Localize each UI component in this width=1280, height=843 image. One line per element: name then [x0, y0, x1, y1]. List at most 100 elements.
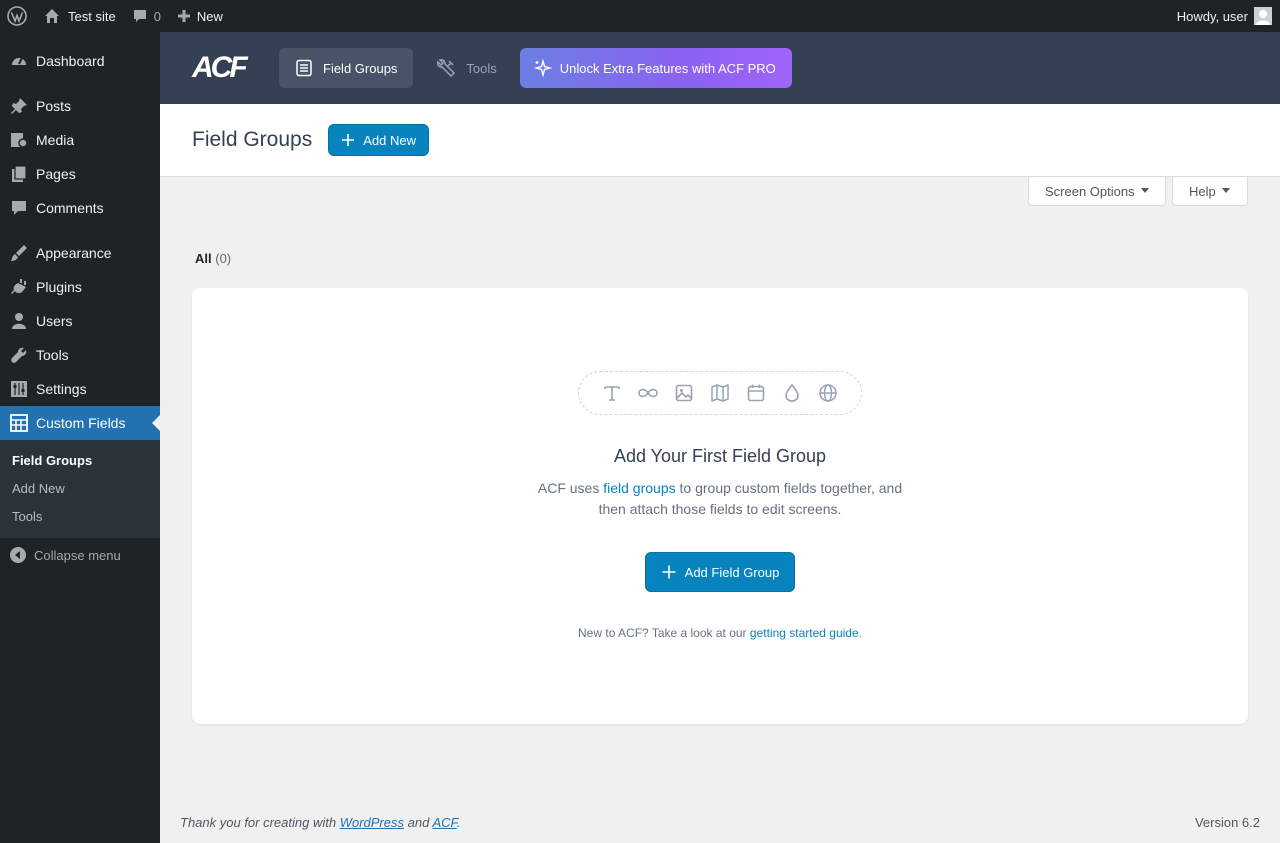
- collapse-arrow-icon: [10, 547, 26, 563]
- tab-label: Field Groups: [323, 60, 398, 76]
- sidebar-item-label: Settings: [36, 381, 87, 397]
- site-name-link[interactable]: Test site: [34, 0, 124, 32]
- views-filter-all[interactable]: All (0): [195, 251, 231, 266]
- collapse-label: Collapse menu: [34, 547, 121, 563]
- desc-text: ACF uses: [537, 480, 604, 496]
- comments-link[interactable]: 0: [124, 0, 169, 32]
- image-icon: [673, 382, 695, 404]
- pushpin-icon: [10, 97, 28, 115]
- guide-text: New to ACF? Take a look at our: [578, 626, 750, 640]
- wrench-icon: [10, 346, 28, 364]
- tools-icon: [436, 58, 456, 78]
- field-types-icon-row: [578, 371, 862, 415]
- home-icon: [44, 8, 60, 24]
- submenu-add-new[interactable]: Add New: [0, 475, 160, 503]
- new-label: New: [196, 8, 223, 24]
- wordpress-logo-icon[interactable]: [0, 0, 34, 32]
- sidebar-item-posts[interactable]: Posts: [0, 89, 160, 123]
- sidebar-item-comments[interactable]: Comments: [0, 191, 160, 225]
- empty-state-card: Add Your First Field Group ACF uses fiel…: [192, 288, 1248, 724]
- sidebar-item-plugins[interactable]: Plugins: [0, 270, 160, 304]
- sliders-icon: [10, 380, 28, 398]
- submenu-field-groups[interactable]: Field Groups: [0, 447, 160, 475]
- unlock-pro-button[interactable]: Unlock Extra Features with ACF PRO: [519, 48, 792, 88]
- document-list-icon: [295, 59, 313, 77]
- screen-options-label: Screen Options: [1045, 183, 1135, 199]
- tab-tools[interactable]: Tools: [420, 48, 512, 88]
- add-field-group-button[interactable]: Add Field Group: [645, 552, 795, 592]
- dashboard-icon: [10, 52, 28, 70]
- help-label: Help: [1189, 183, 1216, 199]
- field-groups-link[interactable]: field groups: [603, 480, 675, 496]
- guide-text: .: [858, 626, 862, 640]
- footer-text: .: [456, 815, 461, 830]
- sidebar-item-media[interactable]: Media: [0, 123, 160, 157]
- sidebar-item-settings[interactable]: Settings: [0, 372, 160, 406]
- infinity-icon: [637, 382, 659, 404]
- sidebar-item-label: Dashboard: [36, 53, 105, 69]
- sidebar-item-label: Appearance: [36, 245, 112, 261]
- footer-text: Thank you for creating with: [180, 815, 340, 830]
- submenu-tools[interactable]: Tools: [0, 503, 160, 531]
- site-name-label: Test site: [68, 8, 116, 24]
- add-field-group-label: Add Field Group: [684, 564, 780, 580]
- admin-sidebar: Dashboard Posts Media Pages Comments App…: [0, 32, 160, 843]
- collapse-menu-button[interactable]: Collapse menu: [0, 538, 160, 572]
- sidebar-item-label: Custom Fields: [36, 415, 126, 431]
- howdy-label: Howdy, user: [1176, 8, 1248, 24]
- plug-icon: [10, 278, 28, 296]
- pages-icon: [10, 165, 28, 183]
- wordpress-link[interactable]: WordPress: [340, 815, 404, 830]
- droplet-icon: [781, 382, 803, 404]
- views-all-count: (0): [215, 251, 232, 266]
- plus-icon: [661, 564, 677, 580]
- help-button[interactable]: Help: [1172, 177, 1248, 206]
- tab-field-groups[interactable]: Field Groups: [279, 48, 414, 88]
- account-menu[interactable]: Howdy, user: [1177, 0, 1272, 32]
- sidebar-item-users[interactable]: Users: [0, 304, 160, 338]
- table-icon: [10, 414, 28, 432]
- calendar-icon: [745, 382, 767, 404]
- getting-started-text: New to ACF? Take a look at our getting s…: [192, 626, 1248, 640]
- sidebar-item-custom-fields[interactable]: Custom Fields: [0, 406, 160, 440]
- media-icon: [10, 131, 28, 149]
- acf-logo: ACF: [192, 51, 248, 84]
- sidebar-item-label: Users: [36, 313, 73, 329]
- admin-bar: Test site 0 New Howdy, user: [0, 0, 1280, 32]
- empty-state-title: Add Your First Field Group: [613, 446, 827, 466]
- custom-fields-submenu: Field Groups Add New Tools: [0, 440, 160, 538]
- user-icon: [10, 312, 28, 330]
- globe-icon: [817, 382, 839, 404]
- plus-icon: [341, 133, 355, 147]
- acf-header: ACF Field Groups Tools Unlock Extra Feat…: [160, 32, 1280, 104]
- caret-down-icon: [1221, 187, 1230, 193]
- avatar: [1254, 7, 1272, 25]
- sidebar-item-label: Plugins: [36, 279, 82, 295]
- caret-down-icon: [1140, 187, 1149, 193]
- sidebar-item-label: Pages: [36, 166, 76, 182]
- footer-thanks: Thank you for creating with WordPress an…: [180, 815, 460, 830]
- getting-started-guide-link[interactable]: getting started guide: [750, 626, 859, 640]
- sidebar-item-label: Posts: [36, 98, 72, 114]
- views-all-label: All: [195, 251, 212, 266]
- acf-link[interactable]: ACF: [432, 815, 456, 830]
- page-title: Field Groups: [192, 128, 313, 151]
- sidebar-item-appearance[interactable]: Appearance: [0, 236, 160, 270]
- sidebar-item-label: Media: [36, 132, 75, 148]
- empty-state-description: ACF uses field groups to group custom fi…: [528, 478, 912, 520]
- map-icon: [709, 382, 731, 404]
- sidebar-item-dashboard[interactable]: Dashboard: [0, 44, 160, 78]
- text-type-icon: [601, 382, 623, 404]
- comment-bubble-icon: [132, 8, 148, 24]
- footer-text: and: [404, 815, 433, 830]
- sidebar-item-pages[interactable]: Pages: [0, 157, 160, 191]
- footer-version: Version 6.2: [1194, 815, 1260, 830]
- comment-icon: [10, 199, 28, 217]
- unlock-pro-label: Unlock Extra Features with ACF PRO: [559, 60, 776, 76]
- add-new-button[interactable]: Add New: [328, 124, 429, 156]
- new-content-link[interactable]: New: [169, 0, 231, 32]
- sparkle-icon: [533, 59, 552, 77]
- sidebar-item-tools[interactable]: Tools: [0, 338, 160, 372]
- sidebar-item-label: Tools: [36, 347, 69, 363]
- screen-options-button[interactable]: Screen Options: [1028, 177, 1166, 206]
